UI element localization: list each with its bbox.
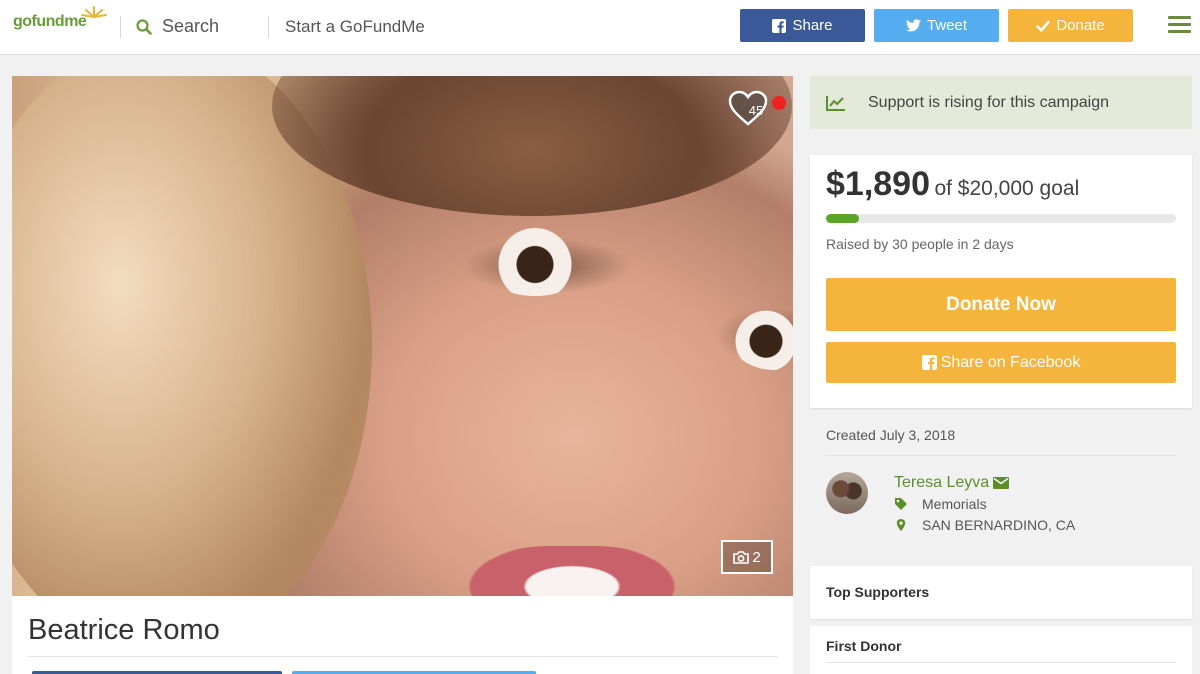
category-link[interactable]: Memorials — [922, 496, 987, 512]
goal-text: of $20,000 goal — [934, 177, 1080, 200]
top-supporters-section: Top Supporters — [810, 566, 1192, 619]
check-icon — [1036, 20, 1051, 32]
trending-text: Support is rising for this campaign — [868, 93, 1109, 111]
donation-card: $1,890 of $20,000 goal Raised by 30 peop… — [810, 155, 1192, 408]
campaign-info: Created July 3, 2018 Teresa Leyva Memori… — [810, 416, 1192, 550]
campaign-title: Beatrice Romo — [28, 614, 220, 646]
divider — [826, 455, 1176, 456]
notification-dot — [772, 96, 786, 110]
top-nav: gofundme Search Start a GoFundMe Share T… — [0, 0, 1200, 55]
organizer-avatar[interactable] — [826, 472, 868, 514]
divider — [28, 656, 778, 657]
share-on-facebook-label: Share on Facebook — [940, 353, 1081, 371]
amount-raised-value: $1,890 — [826, 165, 930, 203]
trending-banner: Support is rising for this campaign — [810, 76, 1192, 129]
camera-icon — [733, 550, 750, 564]
envelope-icon[interactable] — [993, 477, 1010, 489]
facebook-icon — [921, 355, 937, 370]
first-donor-section: First Donor — [810, 626, 1192, 674]
donate-label: Donate — [1056, 17, 1105, 34]
location-text: SAN BERNARDINO, CA — [922, 517, 1076, 533]
organizer-name: Teresa Leyva — [894, 474, 990, 491]
tweet-button[interactable]: Tweet — [874, 9, 999, 42]
progress-bar-fill — [826, 214, 860, 223]
twitter-icon — [905, 19, 921, 32]
raised-by-text: Raised by 30 people in 2 days — [826, 236, 1014, 252]
divider — [826, 662, 1176, 663]
location-row: SAN BERNARDINO, CA — [894, 517, 1075, 533]
category-row: Memorials — [894, 496, 987, 512]
donate-button[interactable]: Donate — [1008, 9, 1133, 42]
tweet-label: Tweet — [926, 17, 968, 34]
search-icon — [136, 18, 152, 35]
campaign-title-box: Beatrice Romo — [12, 596, 793, 674]
photo-count: 2 — [752, 548, 761, 566]
facebook-icon — [772, 18, 787, 33]
header-divider — [120, 16, 121, 38]
header-divider — [268, 16, 269, 38]
search-link[interactable]: Search — [136, 16, 219, 37]
gofundme-logo[interactable]: gofundme — [13, 6, 107, 31]
share-on-facebook-button[interactable]: Share on Facebook — [826, 342, 1176, 383]
top-supporters-heading: Top Supporters — [826, 584, 930, 600]
heart-count: 45 — [748, 103, 764, 118]
photo-count-button[interactable]: 2 — [721, 540, 773, 574]
start-gofundme-link[interactable]: Start a GoFundMe — [285, 17, 425, 37]
share-button[interactable]: Share — [740, 9, 865, 42]
sun-logo-icon — [81, 6, 107, 18]
tag-icon — [895, 498, 907, 510]
hamburger-menu-icon[interactable] — [1168, 16, 1191, 34]
campaign-photo[interactable]: 45 2 — [12, 76, 793, 596]
map-marker-icon — [896, 519, 906, 531]
organizer-link[interactable]: Teresa Leyva — [894, 474, 1010, 492]
donate-now-button[interactable]: Donate Now — [826, 278, 1176, 331]
trend-up-icon — [826, 95, 845, 111]
share-label: Share — [792, 17, 833, 34]
amount-raised: $1,890 of $20,000 goal — [826, 165, 1079, 204]
progress-bar — [826, 214, 1176, 223]
search-label: Search — [162, 16, 220, 36]
created-date: Created July 3, 2018 — [826, 427, 956, 443]
first-donor-heading: First Donor — [826, 638, 902, 654]
